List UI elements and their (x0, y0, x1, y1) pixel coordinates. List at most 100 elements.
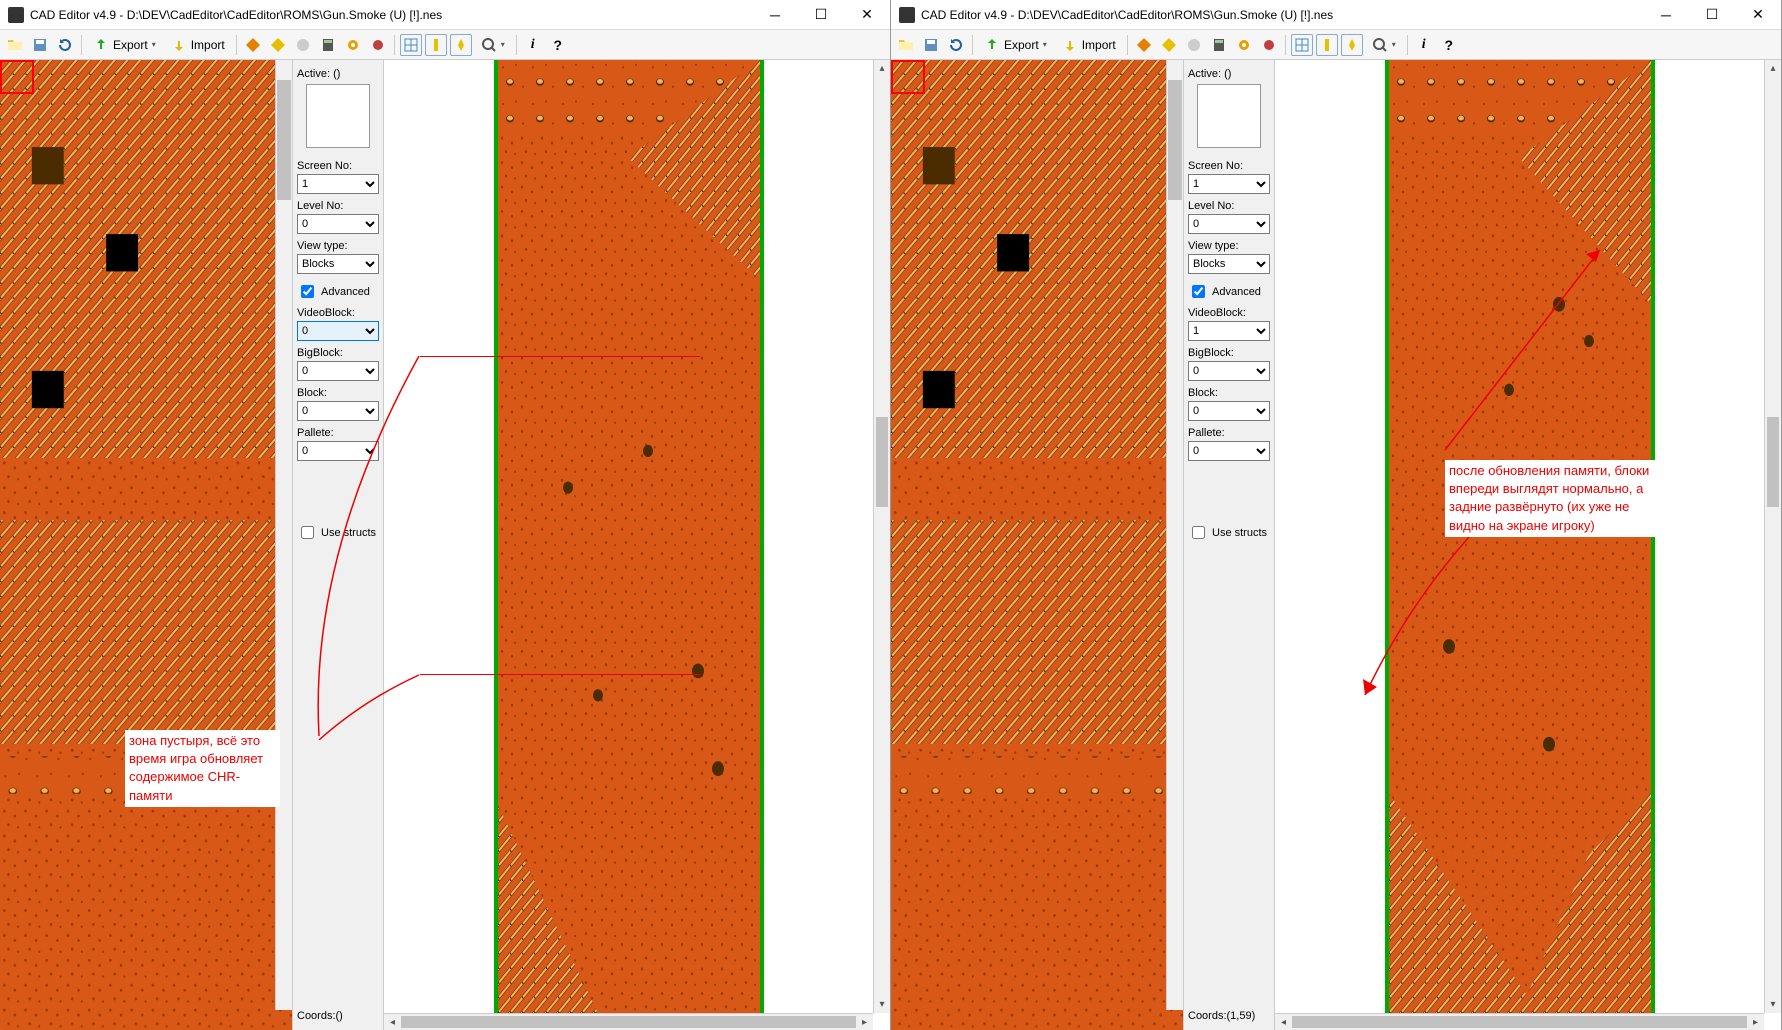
screen-no-select[interactable]: 1 (1188, 174, 1270, 194)
zoom-dropdown[interactable]: ▾ (475, 34, 511, 56)
level-view[interactable]: ▴ ▾ ◂ ▸ (384, 60, 890, 1030)
refresh-gear-icon[interactable] (1258, 34, 1280, 56)
level-no-select[interactable]: 0 (297, 214, 379, 234)
window-left: CAD Editor v4.9 - D:\DEV\CadEditor\CadEd… (0, 0, 891, 1030)
diamond-orange-icon[interactable] (242, 34, 264, 56)
highlight-icon[interactable] (450, 34, 472, 56)
tile-picker[interactable] (0, 60, 292, 1030)
active-label: Active: () (297, 68, 379, 80)
ball-icon[interactable] (1183, 34, 1205, 56)
window-title: CAD Editor v4.9 - D:\DEV\CadEditor\CadEd… (30, 8, 752, 22)
refresh-icon[interactable] (945, 34, 967, 56)
diamond-orange-icon[interactable] (1133, 34, 1155, 56)
screen-no-select[interactable]: 1 (297, 174, 379, 194)
refresh-gear-icon[interactable] (367, 34, 389, 56)
open-folder-icon[interactable] (4, 34, 26, 56)
calculator-icon[interactable] (1208, 34, 1230, 56)
view-type-select[interactable]: Blocks (297, 254, 379, 274)
gear-icon[interactable] (342, 34, 364, 56)
view-scrollbar-v[interactable]: ▴ ▾ (1764, 60, 1781, 1013)
coords-display: Coords:(1,59) (1188, 1006, 1270, 1026)
active-preview (1197, 84, 1261, 148)
ruler-icon[interactable] (425, 34, 447, 56)
scroll-up-arrow[interactable]: ▴ (1765, 60, 1781, 77)
close-button[interactable]: ✕ (1735, 0, 1781, 30)
ball-icon[interactable] (292, 34, 314, 56)
tile-selection (0, 60, 34, 94)
export-button[interactable]: Export▾ (87, 34, 162, 56)
calculator-icon[interactable] (317, 34, 339, 56)
scroll-left-arrow[interactable]: ◂ (1275, 1017, 1292, 1028)
scroll-up-arrow[interactable]: ▴ (874, 60, 890, 77)
view-scrollbar-v[interactable]: ▴ ▾ (873, 60, 890, 1013)
info-icon[interactable]: i (1413, 34, 1435, 56)
videoblock-select[interactable]: 0 (297, 321, 379, 341)
pallete-select[interactable]: 0 (1188, 441, 1270, 461)
active-preview (306, 84, 370, 148)
scroll-right-arrow[interactable]: ▸ (856, 1017, 873, 1028)
window-title: CAD Editor v4.9 - D:\DEV\CadEditor\CadEd… (921, 8, 1643, 22)
view-scrollbar-h[interactable]: ◂ ▸ (384, 1013, 873, 1030)
scroll-down-arrow[interactable]: ▾ (1765, 996, 1781, 1013)
tile-picker[interactable] (891, 60, 1183, 1030)
maximize-button[interactable]: ☐ (1689, 0, 1735, 30)
diamond-yellow-icon[interactable] (267, 34, 289, 56)
videoblock-label: VideoBlock: (297, 307, 379, 319)
highlight-icon[interactable] (1341, 34, 1363, 56)
advanced-checkbox[interactable] (301, 285, 314, 298)
pallete-label: Pallete: (1188, 427, 1270, 439)
titlebar: CAD Editor v4.9 - D:\DEV\CadEditor\CadEd… (0, 0, 890, 30)
help-icon[interactable]: ? (547, 34, 569, 56)
tile-scrollbar[interactable] (1166, 60, 1183, 1010)
advanced-label: Advanced (321, 286, 370, 298)
block-select[interactable]: 0 (1188, 401, 1270, 421)
close-button[interactable]: ✕ (844, 0, 890, 30)
minimize-button[interactable]: ─ (752, 0, 798, 30)
open-folder-icon[interactable] (895, 34, 917, 56)
advanced-checkbox[interactable] (1192, 285, 1205, 298)
gear-icon[interactable] (1233, 34, 1255, 56)
level-view[interactable]: после обновления памяти, блоки впереди в… (1275, 60, 1781, 1030)
export-button[interactable]: Export▾ (978, 34, 1053, 56)
coords-display: Coords:() (297, 1006, 379, 1026)
ruler-icon[interactable] (1316, 34, 1338, 56)
save-icon[interactable] (920, 34, 942, 56)
toolbar: Export▾ Import ▾ i ? (0, 30, 890, 60)
level-no-label: Level No: (297, 200, 379, 212)
videoblock-select[interactable]: 1 (1188, 321, 1270, 341)
view-type-label: View type: (1188, 240, 1270, 252)
save-icon[interactable] (29, 34, 51, 56)
annotation-left: зона пустыря, всё это время игра обновля… (125, 730, 280, 807)
view-type-label: View type: (297, 240, 379, 252)
zoom-dropdown[interactable]: ▾ (1366, 34, 1402, 56)
annotation-right: после обновления памяти, блоки впереди в… (1445, 460, 1665, 537)
grid-icon[interactable] (400, 34, 422, 56)
minimize-button[interactable]: ─ (1643, 0, 1689, 30)
grid-icon[interactable] (1291, 34, 1313, 56)
tile-scrollbar[interactable] (275, 60, 292, 1010)
diamond-yellow-icon[interactable] (1158, 34, 1180, 56)
toolbar: Export▾ Import ▾ i ? (891, 30, 1781, 60)
bigblock-select[interactable]: 0 (1188, 361, 1270, 381)
import-button[interactable]: Import (165, 34, 231, 56)
use-structs-checkbox[interactable] (1192, 526, 1205, 539)
level-no-label: Level No: (1188, 200, 1270, 212)
scroll-right-arrow[interactable]: ▸ (1747, 1017, 1764, 1028)
maximize-button[interactable]: ☐ (798, 0, 844, 30)
active-label: Active: () (1188, 68, 1270, 80)
info-icon[interactable]: i (522, 34, 544, 56)
app-icon (8, 7, 24, 23)
scroll-left-arrow[interactable]: ◂ (384, 1017, 401, 1028)
refresh-icon[interactable] (54, 34, 76, 56)
screen-no-label: Screen No: (1188, 160, 1270, 172)
scroll-down-arrow[interactable]: ▾ (874, 996, 890, 1013)
import-button[interactable]: Import (1056, 34, 1122, 56)
level-no-select[interactable]: 0 (1188, 214, 1270, 234)
view-type-select[interactable]: Blocks (1188, 254, 1270, 274)
bigblock-label: BigBlock: (1188, 347, 1270, 359)
controls-panel: Active: () Screen No: 1 Level No: 0 View… (1183, 60, 1275, 1030)
titlebar: CAD Editor v4.9 - D:\DEV\CadEditor\CadEd… (891, 0, 1781, 30)
use-structs-label: Use structs (1212, 527, 1267, 539)
view-scrollbar-h[interactable]: ◂ ▸ (1275, 1013, 1764, 1030)
help-icon[interactable]: ? (1438, 34, 1460, 56)
